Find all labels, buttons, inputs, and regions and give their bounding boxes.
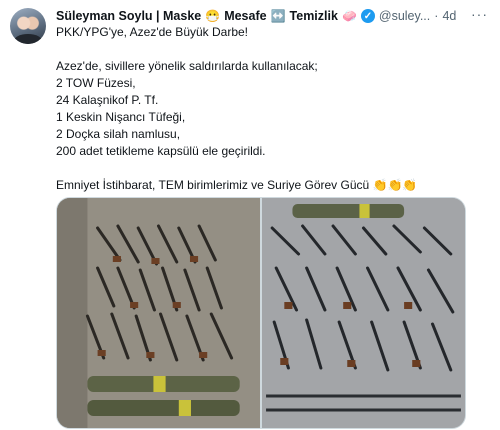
tweet-text: PKK/YPG'ye, Azez'de Büyük Darbe! Azez'de…: [56, 24, 476, 194]
tweet-card: Süleyman Soylu | Maske 😷 Mesafe ↔️ Temiz…: [0, 0, 500, 430]
soap-emoji: 🧼: [341, 9, 357, 23]
seized-weapons-photo-2: [262, 198, 465, 428]
verified-badge-icon: ✓: [360, 9, 375, 23]
author-avatar[interactable]: [10, 8, 46, 44]
seized-weapons-photo-1: [57, 198, 260, 428]
separator-dot: ·: [434, 9, 439, 23]
author-name-part-3[interactable]: Temizlik: [290, 9, 338, 23]
tweet-timestamp[interactable]: 4d: [442, 9, 456, 23]
mask-emoji: 😷: [205, 9, 221, 23]
tweet-line: 2 Doçka silah namlusu,: [56, 127, 181, 141]
tweet-line: PKK/YPG'ye, Azez'de Büyük Darbe!: [56, 25, 249, 39]
tweet-line-blank: [56, 41, 476, 58]
tweet-line: 24 Kalaşnikof P. Tf.: [56, 93, 159, 107]
tweet-line-blank: [56, 160, 476, 177]
tweet-line: Emniyet İstihbarat, TEM birimlerimiz ve …: [56, 178, 418, 192]
media-photo-2[interactable]: [262, 198, 465, 428]
tweet-line: Azez'de, sivillere yönelik saldırılarda …: [56, 59, 318, 73]
tweet-media[interactable]: [56, 197, 466, 429]
author-name[interactable]: Süleyman Soylu | Maske: [56, 9, 201, 23]
author-name-part-2[interactable]: Mesafe: [224, 9, 266, 23]
more-options-icon[interactable]: ···: [471, 6, 488, 22]
tweet-line: 1 Keskin Nişancı Tüfeği,: [56, 110, 186, 124]
tweet-line: 2 TOW Füzesi,: [56, 76, 136, 90]
tweet-line: 200 adet tetikleme kapsülü ele geçirildi…: [56, 144, 266, 158]
tweet-header: Süleyman Soylu | Maske 😷 Mesafe ↔️ Temiz…: [56, 6, 456, 26]
left-right-arrow-emoji: ↔️: [270, 9, 286, 23]
author-handle[interactable]: @suley...: [379, 9, 430, 23]
media-photo-1[interactable]: [57, 198, 260, 428]
